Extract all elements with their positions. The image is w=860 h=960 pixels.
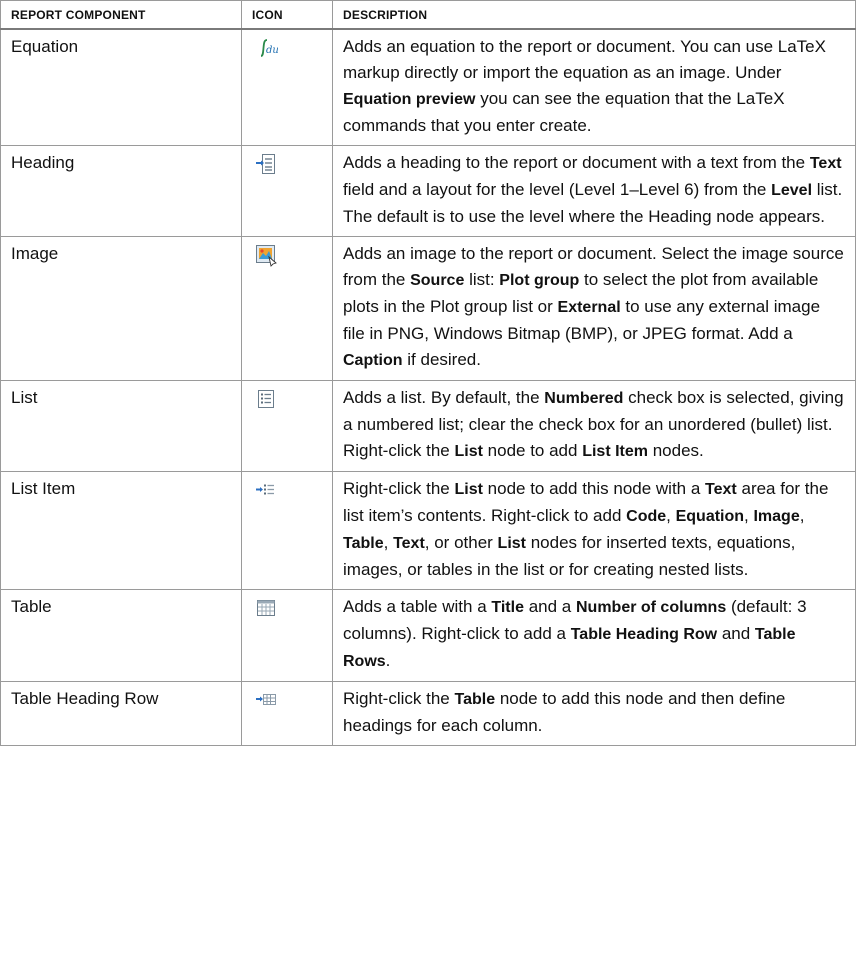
description-segment: .	[385, 651, 391, 670]
component-name: Table Heading Row	[0, 681, 242, 746]
table-row: Image Adds an image to the report or doc…	[0, 236, 856, 381]
description-text: Adds a heading to the report or document…	[343, 153, 842, 226]
component-icon-cell	[241, 236, 333, 381]
component-icon-cell	[241, 471, 333, 590]
description-emphasis: List	[454, 443, 483, 460]
component-description: Right-click the Table node to add this n…	[332, 681, 856, 746]
component-name: List Item	[0, 471, 242, 590]
component-icon-cell	[241, 589, 333, 682]
description-emphasis: Code	[626, 508, 667, 525]
description-emphasis: Table	[343, 535, 384, 552]
component-description: Adds a table with a Title and a Number o…	[332, 589, 856, 682]
description-emphasis: List	[454, 481, 483, 498]
table-row: Table Adds a table with a Title and a Nu…	[0, 589, 856, 682]
description-emphasis: Equation	[675, 508, 745, 525]
component-icon-cell	[241, 681, 333, 746]
component-description: Adds a heading to the report or document…	[332, 145, 856, 237]
description-text: Adds an equation to the report or docume…	[343, 37, 826, 135]
description-emphasis: Number of columns	[575, 599, 727, 616]
component-description: Right-click the List node to add this no…	[332, 471, 856, 590]
description-segment: Adds a heading to the report or document…	[343, 153, 810, 172]
description-segment: ,	[799, 506, 805, 525]
description-emphasis: Plot group	[499, 272, 580, 289]
list-icon	[254, 387, 278, 411]
image-icon	[254, 243, 278, 267]
component-description: Adds an equation to the report or docume…	[332, 28, 856, 146]
header-description: DESCRIPTION	[332, 0, 856, 30]
table-row: Equation du Adds an equation to the repo…	[0, 28, 856, 146]
description-segment: Adds a list. By default, the	[343, 388, 545, 407]
description-segment: , or other	[424, 533, 498, 552]
description-segment: and a	[523, 597, 576, 616]
list-item-icon	[254, 478, 278, 502]
component-icon-cell	[241, 145, 333, 237]
description-segment: ,	[666, 506, 676, 525]
header-report-component: REPORT COMPONENT	[0, 0, 242, 30]
header-row: REPORT COMPONENT ICON DESCRIPTION	[0, 0, 856, 30]
description-emphasis: Image	[753, 508, 800, 525]
table-body: Equation du Adds an equation to the repo…	[0, 28, 856, 746]
header-icon: ICON	[241, 0, 333, 30]
description-segment: ,	[383, 533, 394, 552]
component-name: Equation	[0, 28, 242, 146]
description-text: Adds an image to the report or document.…	[343, 244, 844, 369]
description-emphasis: Equation preview	[343, 91, 476, 108]
description-segment: node to add this node with a	[482, 479, 706, 498]
description-segment: Right-click the	[343, 689, 455, 708]
description-emphasis: Text	[809, 155, 842, 172]
component-icon-cell	[241, 380, 333, 472]
report-components-table: REPORT COMPONENT ICON DESCRIPTION Equati…	[0, 0, 856, 746]
table-row: List Item Right-click the List node to a…	[0, 471, 856, 590]
description-text: Right-click the List node to add this no…	[343, 479, 828, 579]
component-description: Adds an image to the report or document.…	[332, 236, 856, 381]
description-emphasis: External	[557, 299, 621, 316]
description-text: Adds a table with a Title and a Number o…	[343, 597, 807, 670]
description-segment: if desired.	[402, 350, 481, 369]
description-emphasis: Text	[393, 535, 425, 552]
description-emphasis: Table	[454, 691, 496, 708]
description-segment: and	[717, 624, 755, 643]
description-emphasis: List	[497, 535, 526, 552]
component-name: Heading	[0, 145, 242, 237]
description-emphasis: Caption	[343, 352, 403, 369]
description-segment: Adds an equation to the report or docume…	[343, 37, 826, 82]
description-segment: field and a layout for the level (Level …	[343, 180, 772, 199]
svg-text:du: du	[266, 45, 278, 56]
component-icon-cell: du	[241, 28, 333, 146]
equation-icon: du	[254, 36, 278, 60]
description-emphasis: Level	[771, 182, 813, 199]
heading-icon	[254, 152, 278, 176]
description-segment: Right-click the	[343, 479, 455, 498]
document-page: REPORT COMPONENT ICON DESCRIPTION Equati…	[0, 0, 860, 960]
table-header: REPORT COMPONENT ICON DESCRIPTION	[0, 0, 856, 30]
description-text: Adds a list. By default, the Numbered ch…	[343, 388, 844, 460]
component-name: Image	[0, 236, 242, 381]
table-heading-row-icon	[254, 688, 278, 712]
component-description: Adds a list. By default, the Numbered ch…	[332, 380, 856, 472]
description-segment: nodes.	[648, 441, 704, 460]
table-icon	[254, 596, 278, 620]
description-emphasis: Text	[705, 481, 737, 498]
description-text: Right-click the Table node to add this n…	[343, 689, 785, 735]
component-name: Table	[0, 589, 242, 682]
table-row: Table Heading Row Right-click the Table …	[0, 681, 856, 746]
component-name: List	[0, 380, 242, 472]
description-segment: node to add	[482, 441, 583, 460]
description-emphasis: Title	[491, 599, 524, 616]
description-emphasis: List Item	[582, 443, 648, 460]
description-segment: Adds a table with a	[343, 597, 492, 616]
table-row: List Adds a list. By default, the Number…	[0, 380, 856, 472]
description-emphasis: Source	[410, 272, 465, 289]
description-segment: list:	[464, 270, 500, 289]
description-emphasis: Numbered	[544, 390, 624, 407]
table-row: Heading Adds a heading to the report or …	[0, 145, 856, 237]
description-emphasis: Table Heading Row	[570, 626, 718, 643]
